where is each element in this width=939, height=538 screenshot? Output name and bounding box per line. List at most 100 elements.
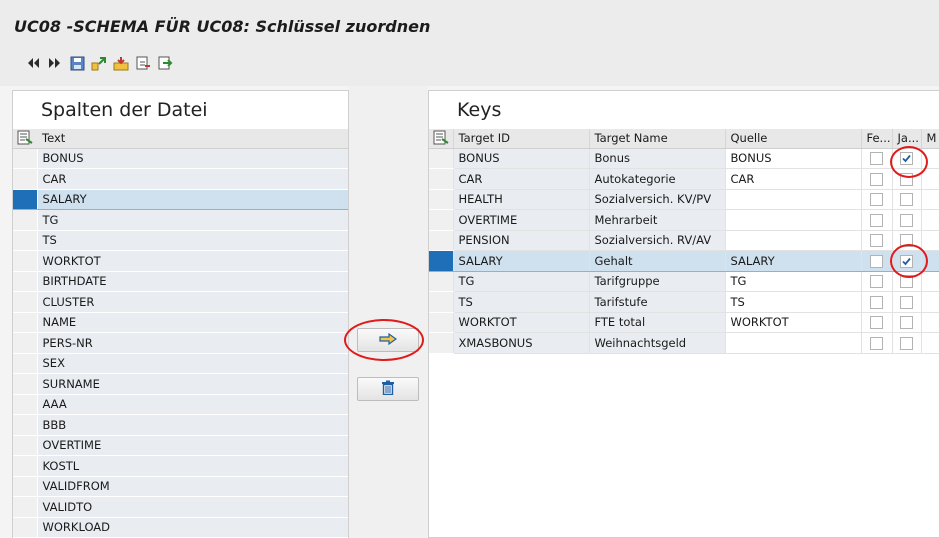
table-row[interactable]: SALARY [13, 188, 348, 210]
table-row[interactable]: TG Tarifgruppe TG [429, 271, 939, 292]
quelle-field[interactable]: WORKTOT [725, 312, 862, 333]
ja-checkbox[interactable] [900, 336, 913, 350]
column-header-target-id[interactable]: Target ID [453, 129, 590, 149]
table-row[interactable]: TS [13, 230, 348, 251]
table-settings-icon[interactable] [13, 129, 37, 149]
fe-checkbox[interactable] [870, 316, 883, 330]
ja-checkbox[interactable] [900, 275, 913, 289]
column-name-cell[interactable]: PERS-NR [36, 332, 348, 354]
fe-checkbox[interactable] [870, 152, 883, 166]
column-name-cell[interactable]: KOSTL [36, 455, 348, 477]
ja-checkbox-checked[interactable] [900, 152, 913, 166]
table-row[interactable]: WORKTOT FTE total WORKTOT [429, 312, 939, 333]
row-selector[interactable] [13, 188, 37, 210]
row-selector[interactable] [13, 435, 37, 456]
column-name-cell[interactable]: VALIDFROM [36, 476, 348, 497]
quelle-field[interactable] [725, 189, 862, 210]
table-settings-icon[interactable] [429, 129, 454, 149]
column-name-cell[interactable]: CLUSTER [36, 291, 348, 313]
column-name-cell[interactable]: BIRTHDATE [36, 271, 348, 292]
column-name-cell[interactable]: WORKTOT [36, 250, 348, 272]
row-selector[interactable] [429, 332, 454, 354]
table-row[interactable]: AAA [13, 394, 348, 415]
table-row[interactable]: WORKLOAD [13, 517, 348, 538]
row-selector[interactable] [13, 394, 37, 415]
save-icon[interactable] [68, 54, 86, 72]
ja-checkbox-checked[interactable] [900, 254, 913, 268]
row-selector[interactable] [13, 332, 37, 354]
table-row[interactable]: PERS-NR [13, 332, 348, 354]
assign-button[interactable] [357, 328, 419, 352]
row-selector[interactable] [429, 168, 454, 190]
row-selector[interactable] [13, 291, 37, 313]
table-row[interactable]: BONUS Bonus BONUS [429, 148, 939, 169]
column-header-ja[interactable]: Ja... [892, 129, 922, 149]
row-selector[interactable] [429, 148, 454, 169]
fe-checkbox[interactable] [870, 213, 883, 227]
quelle-field[interactable]: SALARY [725, 250, 862, 272]
double-left-arrow-icon[interactable] [24, 54, 42, 72]
table-row[interactable]: TS Tarifstufe TS [429, 291, 939, 313]
fe-checkbox[interactable] [870, 193, 883, 207]
row-selector[interactable] [429, 312, 454, 333]
fe-checkbox[interactable] [870, 336, 883, 350]
ja-checkbox[interactable] [900, 193, 913, 207]
table-row[interactable]: VALIDFROM [13, 476, 348, 497]
row-selector[interactable] [13, 476, 37, 497]
quelle-field[interactable] [725, 230, 862, 251]
row-selector[interactable] [13, 230, 37, 251]
column-header-target-name[interactable]: Target Name [589, 129, 726, 149]
column-name-cell[interactable]: OVERTIME [36, 435, 348, 456]
row-selector[interactable] [13, 414, 37, 436]
table-row[interactable]: CLUSTER [13, 291, 348, 313]
column-name-cell[interactable]: TS [36, 230, 348, 251]
row-selector[interactable] [13, 455, 37, 477]
row-selector[interactable] [13, 209, 37, 231]
column-name-cell[interactable]: AAA [36, 394, 348, 415]
fe-checkbox[interactable] [870, 172, 883, 186]
quelle-field[interactable]: BONUS [725, 148, 862, 169]
table-row[interactable]: HEALTH Sozialversich. KV/PV [429, 189, 939, 210]
column-name-cell[interactable]: NAME [36, 312, 348, 333]
row-selector[interactable] [13, 312, 37, 333]
quelle-field[interactable]: CAR [725, 168, 862, 190]
row-selector[interactable] [429, 271, 454, 292]
table-row[interactable]: OVERTIME [13, 435, 348, 456]
column-name-cell[interactable]: SEX [36, 353, 348, 374]
fe-checkbox[interactable] [870, 275, 883, 289]
fe-checkbox[interactable] [870, 295, 883, 309]
table-row[interactable]: KOSTL [13, 455, 348, 477]
export-icon[interactable] [112, 54, 130, 72]
quelle-field[interactable]: TS [725, 291, 862, 313]
table-row[interactable]: BIRTHDATE [13, 271, 348, 292]
column-name-cell[interactable]: WORKLOAD [36, 517, 348, 538]
quelle-field[interactable] [725, 209, 862, 231]
fe-checkbox[interactable] [870, 254, 883, 268]
row-selector[interactable] [13, 250, 37, 272]
column-name-cell[interactable]: SURNAME [36, 373, 348, 395]
table-row[interactable]: XMASBONUS Weihnachtsgeld [429, 332, 939, 354]
column-name-cell[interactable]: TG [36, 209, 348, 231]
ja-checkbox[interactable] [900, 316, 913, 330]
column-name-cell[interactable]: CAR [36, 168, 348, 190]
column-name-cell[interactable]: BBB [36, 414, 348, 436]
delete-button[interactable] [357, 377, 419, 401]
table-row[interactable]: BBB [13, 414, 348, 436]
row-selector[interactable] [13, 271, 37, 292]
row-selector[interactable] [429, 250, 454, 272]
column-name-cell[interactable]: SALARY [36, 188, 348, 210]
table-row[interactable]: BONUS [13, 148, 348, 169]
table-row[interactable]: VALIDTO [13, 496, 348, 518]
ja-checkbox[interactable] [900, 295, 913, 309]
table-row[interactable]: PENSION Sozialversich. RV/AV [429, 230, 939, 251]
column-name-cell[interactable]: VALIDTO [36, 496, 348, 518]
row-selector[interactable] [13, 168, 37, 190]
ja-checkbox[interactable] [900, 172, 913, 186]
column-header-quelle[interactable]: Quelle [725, 129, 862, 149]
quelle-field[interactable]: TG [725, 271, 862, 292]
fe-checkbox[interactable] [870, 234, 883, 248]
table-row[interactable]: SURNAME [13, 373, 348, 395]
table-row[interactable]: CAR Autokategorie CAR [429, 168, 939, 190]
row-selector[interactable] [13, 517, 37, 538]
double-right-arrow-icon[interactable] [46, 54, 64, 72]
